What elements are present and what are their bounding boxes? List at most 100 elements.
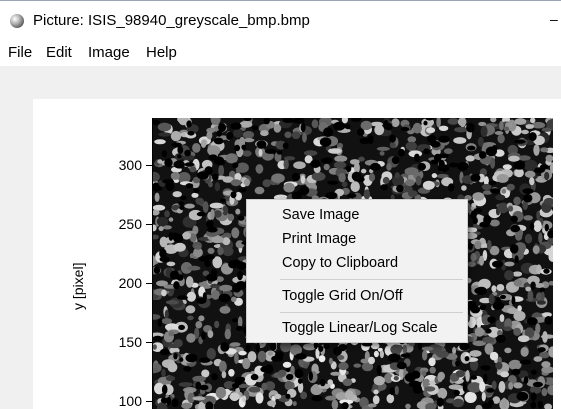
noise-blob: [303, 362, 309, 369]
noise-blob: [500, 371, 509, 378]
noise-blob: [254, 186, 265, 195]
noise-blob: [350, 118, 362, 122]
noise-blob: [532, 381, 543, 388]
noise-blob: [283, 159, 289, 170]
noise-blob: [260, 130, 269, 137]
noise-blob: [191, 192, 199, 198]
noise-blob: [218, 123, 227, 132]
noise-blob: [158, 226, 164, 232]
noise-blob: [248, 386, 261, 393]
noise-blob: [230, 122, 242, 130]
noise-blob: [389, 134, 396, 143]
noise-blob: [176, 295, 188, 300]
menu-item-save-image[interactable]: Save Image: [282, 207, 359, 223]
noise-blob: [496, 284, 505, 292]
noise-blob: [345, 123, 351, 130]
noise-blob: [517, 305, 522, 312]
noise-blob: [251, 125, 259, 131]
noise-blob: [481, 183, 492, 191]
noise-blob: [448, 384, 463, 390]
noise-blob: [235, 325, 243, 331]
noise-blob: [465, 155, 475, 162]
menu-image[interactable]: Image: [88, 44, 130, 61]
noise-blob: [196, 297, 207, 304]
noise-blob: [514, 255, 519, 264]
noise-blob: [311, 119, 319, 129]
noise-blob: [455, 360, 461, 367]
menu-edit[interactable]: Edit: [46, 44, 72, 61]
noise-blob: [234, 352, 239, 364]
noise-blob: [396, 184, 404, 193]
noise-blob: [359, 397, 368, 407]
noise-blob: [270, 341, 277, 351]
menu-item-toggle-grid[interactable]: Toggle Grid On/Off: [282, 288, 403, 304]
menu-item-copy-to-clipboard[interactable]: Copy to Clipboard: [282, 255, 398, 271]
noise-blob: [475, 286, 487, 296]
noise-blob: [525, 124, 535, 129]
noise-blob: [206, 348, 216, 360]
noise-blob: [527, 289, 534, 302]
noise-blob: [338, 172, 346, 183]
noise-blob: [229, 392, 240, 402]
menu-item-toggle-scale[interactable]: Toggle Linear/Log Scale: [282, 320, 438, 336]
noise-blob: [230, 179, 241, 187]
noise-blob: [284, 131, 292, 139]
noise-blob: [524, 233, 533, 244]
noise-blob: [308, 371, 313, 381]
menu-file[interactable]: File: [8, 44, 32, 61]
noise-blob: [541, 388, 548, 397]
noise-blob: [513, 279, 523, 287]
noise-blob: [376, 365, 382, 375]
noise-blob: [508, 155, 520, 162]
noise-blob: [533, 220, 542, 232]
title-bar: Picture: ISIS_98940_greyscale_bmp.bmp –: [0, 0, 561, 38]
y-axis-line: [152, 118, 153, 409]
noise-blob: [535, 323, 541, 335]
noise-blob: [480, 365, 491, 371]
noise-blob: [376, 146, 390, 151]
noise-blob: [465, 370, 470, 382]
noise-blob: [508, 382, 514, 390]
noise-blob: [219, 360, 227, 373]
noise-blob: [522, 188, 534, 194]
noise-blob: [282, 361, 292, 368]
noise-blob: [170, 171, 180, 180]
noise-blob: [210, 269, 218, 277]
y-tick-label-100: 100: [118, 393, 142, 409]
minimize-button[interactable]: –: [550, 11, 561, 29]
noise-blob: [544, 403, 553, 409]
noise-blob: [222, 246, 234, 257]
noise-blob: [537, 400, 543, 409]
noise-blob: [467, 242, 473, 251]
noise-blob: [459, 342, 470, 351]
noise-blob: [541, 361, 551, 368]
noise-blob: [236, 162, 249, 173]
noise-blob: [311, 395, 323, 402]
noise-blob: [486, 388, 495, 393]
noise-blob: [423, 120, 428, 126]
noise-blob: [540, 164, 549, 170]
noise-blob: [466, 227, 478, 233]
noise-blob: [453, 137, 467, 144]
menu-help[interactable]: Help: [146, 44, 177, 61]
noise-blob: [498, 381, 506, 393]
menu-item-print-image[interactable]: Print Image: [282, 231, 356, 247]
noise-blob: [255, 342, 260, 352]
noise-blob: [530, 281, 536, 290]
noise-blob: [506, 183, 515, 191]
noise-blob: [333, 346, 342, 356]
noise-blob: [250, 373, 259, 381]
noise-blob: [519, 359, 532, 365]
noise-blob: [161, 289, 167, 297]
noise-blob: [380, 184, 388, 191]
noise-blob: [241, 395, 247, 403]
noise-blob: [483, 215, 492, 225]
noise-blob: [536, 300, 546, 305]
noise-blob: [389, 142, 396, 149]
noise-blob: [474, 240, 482, 250]
noise-blob: [474, 327, 485, 337]
noise-blob: [489, 219, 500, 227]
noise-blob: [206, 131, 213, 140]
noise-blob: [405, 179, 415, 187]
noise-blob: [256, 140, 267, 149]
